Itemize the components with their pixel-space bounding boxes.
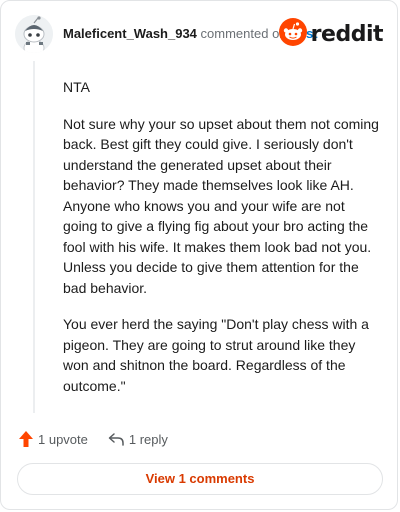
commented-on-text: commented on xyxy=(200,26,287,41)
comment-paragraph: Not sure why your so upset about them no… xyxy=(63,115,379,296)
reply-arrow-icon xyxy=(108,432,124,446)
snoo-avatar-icon[interactable] xyxy=(15,15,53,53)
upvote-count: 1 upvote xyxy=(38,431,88,447)
username-link[interactable]: Maleficent_Wash_934 xyxy=(63,26,197,41)
view-comments-button[interactable]: View 1 comments xyxy=(17,463,383,495)
upvote-arrow-icon xyxy=(19,431,33,447)
reddit-logo-icon xyxy=(278,17,307,51)
comment-paragraph: NTA xyxy=(63,79,90,95)
reply-button[interactable]: 1 reply xyxy=(108,432,168,447)
comment-card: Maleficent_Wash_934 commented on post re… xyxy=(0,0,398,510)
comment-header: Maleficent_Wash_934 commented on post re… xyxy=(15,15,384,53)
reddit-brand[interactable]: reddit xyxy=(278,17,384,51)
comment-actions: 1 upvote 1 reply xyxy=(19,428,188,450)
comment-body: NTA Not sure why your so upset about the… xyxy=(63,77,381,412)
reddit-wordmark: reddit xyxy=(310,21,384,47)
comment-paragraph: You ever herd the saying "Don't play che… xyxy=(63,316,369,394)
upvote-button[interactable]: 1 upvote xyxy=(19,431,88,447)
reply-count: 1 reply xyxy=(128,431,168,447)
thread-line[interactable] xyxy=(33,61,35,413)
